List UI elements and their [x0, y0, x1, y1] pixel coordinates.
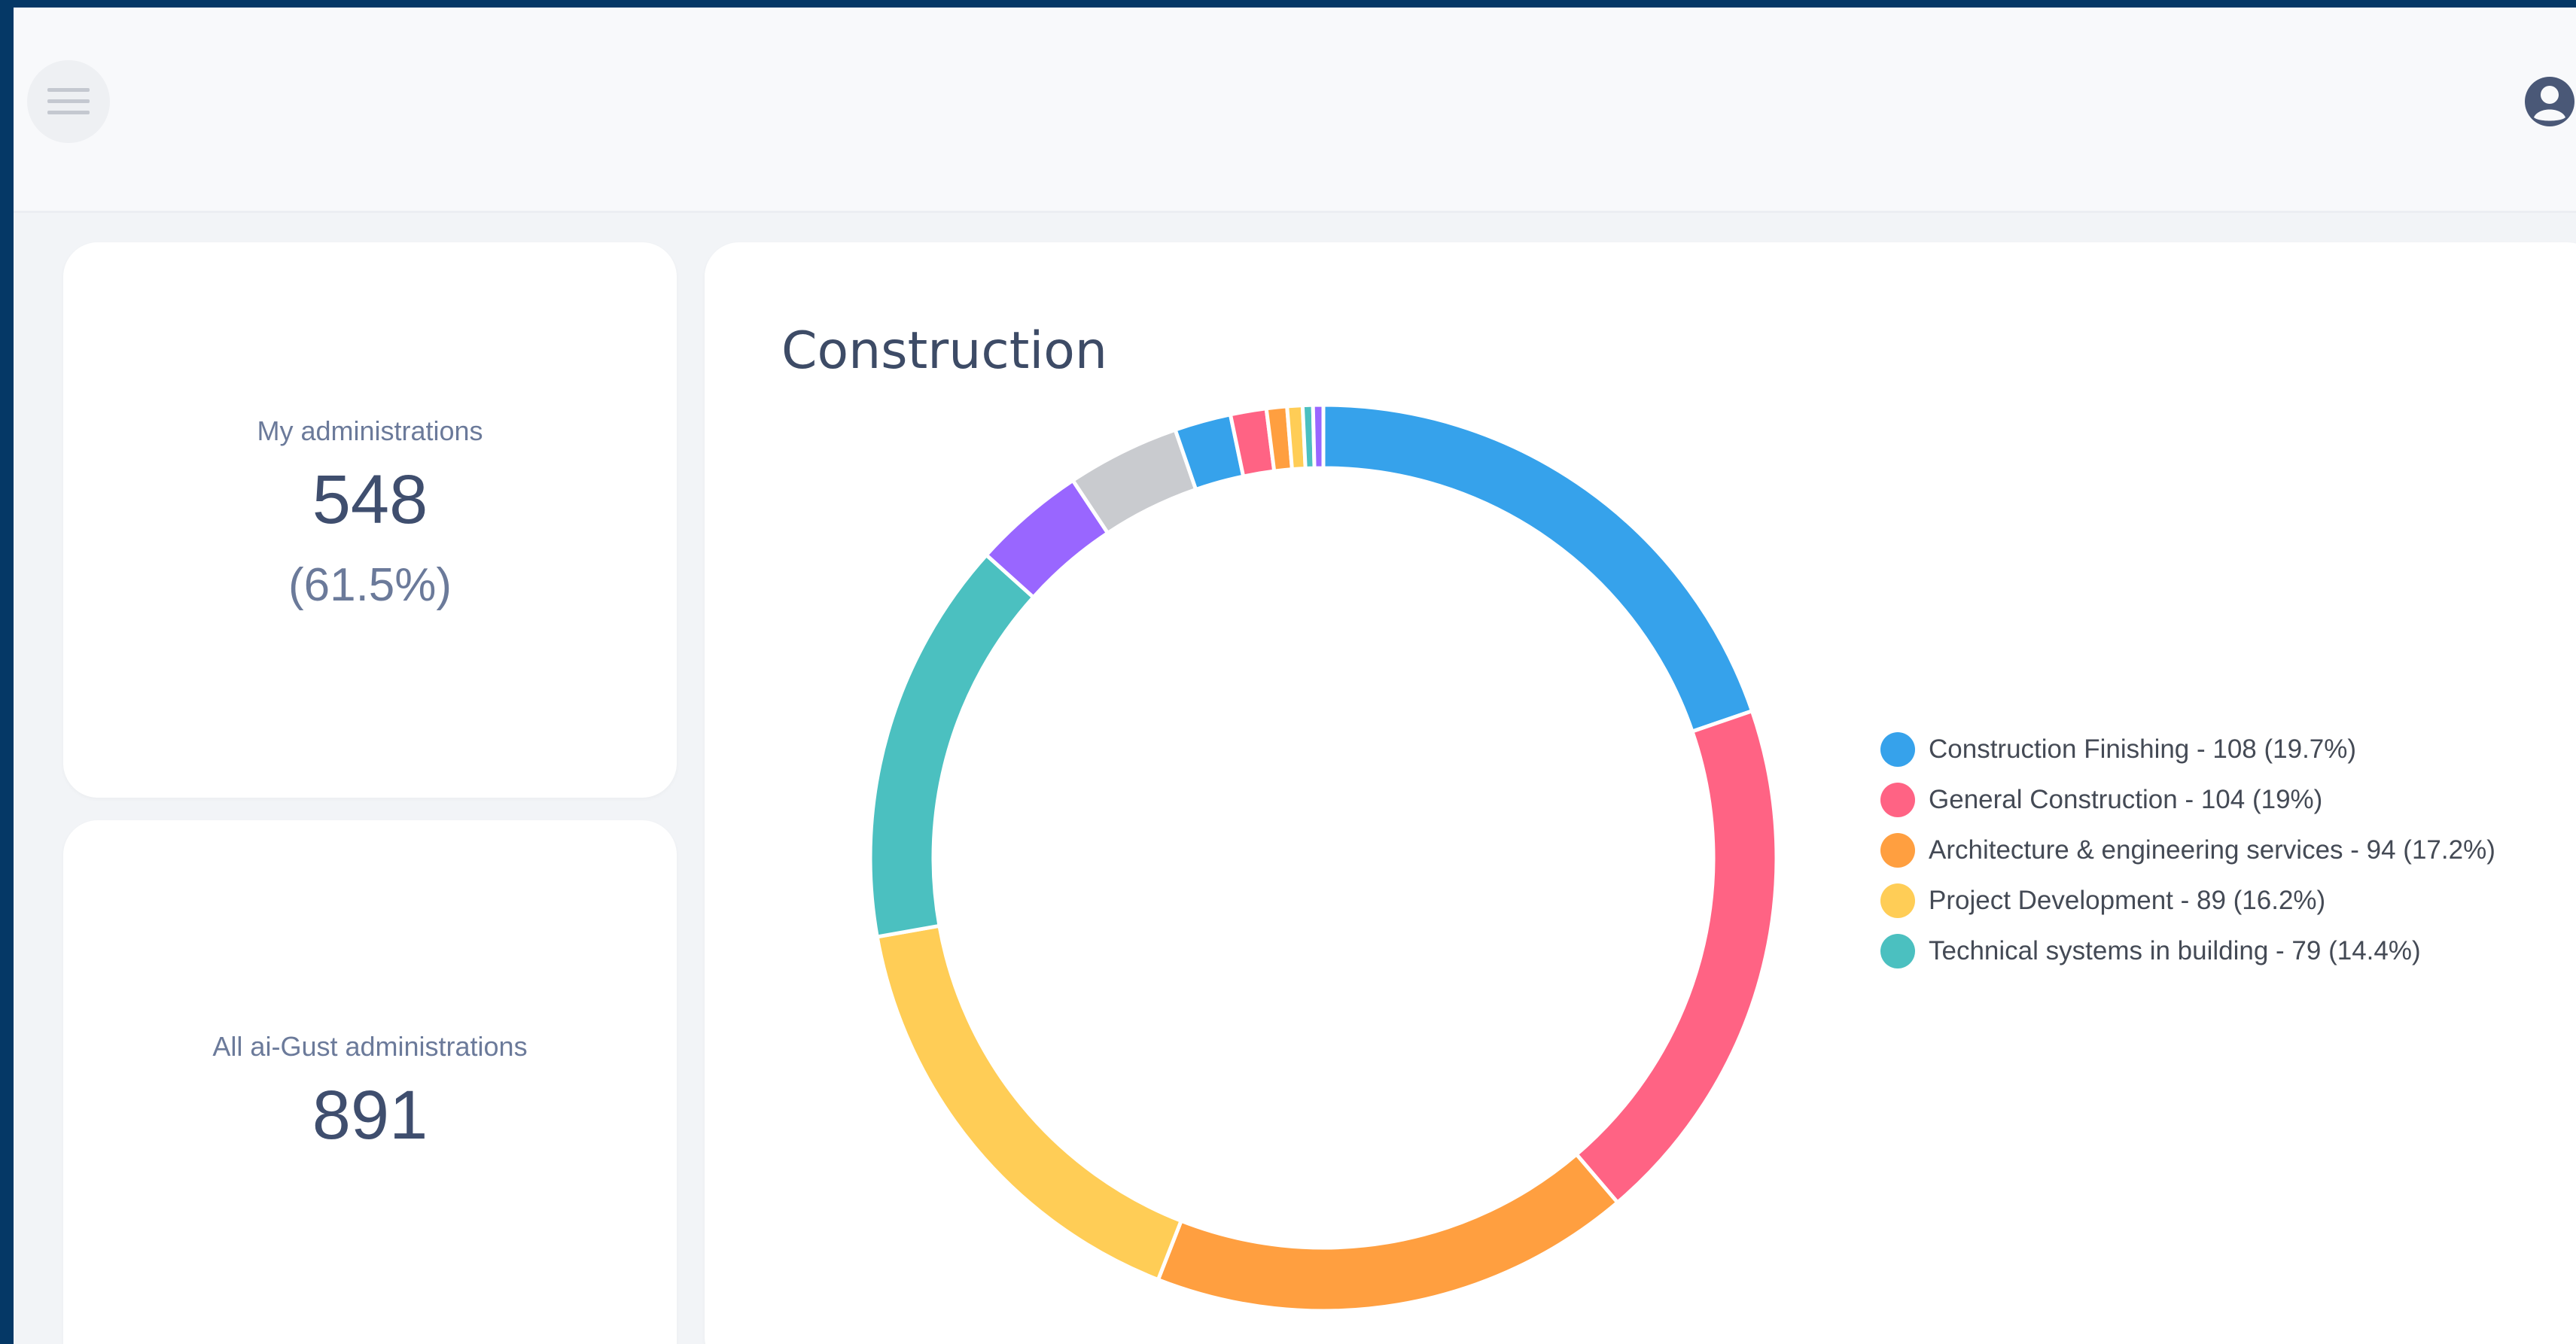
my-administrations-label: My administrations: [257, 415, 483, 446]
my-administrations-percent: (61.5%): [288, 559, 452, 611]
donut-slice-1[interactable]: [1321, 403, 1755, 734]
legend-item[interactable]: Architecture & engineering services - 94…: [1880, 825, 2495, 875]
donut-slice-5[interactable]: [868, 552, 1037, 939]
legend-label: Construction Finishing - 108 (19.7%): [1929, 734, 2357, 764]
legend-item[interactable]: Construction Finishing - 108 (19.7%): [1880, 724, 2495, 774]
hamburger-icon: [47, 88, 90, 114]
donut-slice-2[interactable]: [1573, 708, 1779, 1206]
legend-item[interactable]: General Construction - 104 (19%): [1880, 774, 2495, 825]
top-bar: [14, 8, 2576, 213]
legend-color-dot: [1880, 883, 1915, 918]
my-administrations-value: 548: [312, 461, 428, 538]
legend-color-dot: [1880, 832, 1915, 868]
donut-chart: [868, 403, 1779, 1313]
all-administrations-card: All ai-Gust administrations 891: [63, 820, 677, 1344]
legend-label: Architecture & engineering services - 94…: [1929, 835, 2495, 865]
all-administrations-label: All ai-Gust administrations: [212, 1031, 528, 1062]
legend-color-dot: [1880, 731, 1915, 767]
legend-color-dot: [1880, 933, 1915, 968]
donut-slice-4[interactable]: [875, 923, 1184, 1282]
donut-slice-13[interactable]: [1311, 403, 1326, 470]
chart-legend: Construction Finishing - 108 (19.7%) Gene…: [1880, 724, 2495, 976]
legend-label: Project Development - 89 (16.2%): [1929, 885, 2326, 915]
construction-chart-card: Construction Construction Finishing - 10…: [705, 242, 2576, 1344]
my-administrations-card: My administrations 548 (61.5%): [63, 242, 677, 798]
all-administrations-value: 891: [312, 1077, 428, 1154]
legend-color-dot: [1880, 782, 1915, 817]
menu-button[interactable]: [27, 60, 110, 143]
user-menu-button[interactable]: [2523, 75, 2576, 128]
legend-item[interactable]: Project Development - 89 (16.2%): [1880, 875, 2495, 926]
legend-label: Technical systems in building - 79 (14.4…: [1929, 935, 2421, 965]
user-circle-icon: [2525, 77, 2574, 126]
legend-label: General Construction - 104 (19%): [1929, 784, 2323, 814]
legend-item[interactable]: Technical systems in building - 79 (14.4…: [1880, 926, 2495, 976]
donut-slice-3[interactable]: [1156, 1151, 1621, 1313]
app-window: My administrations 548 (61.5%) All ai-Gu…: [14, 8, 2576, 1344]
